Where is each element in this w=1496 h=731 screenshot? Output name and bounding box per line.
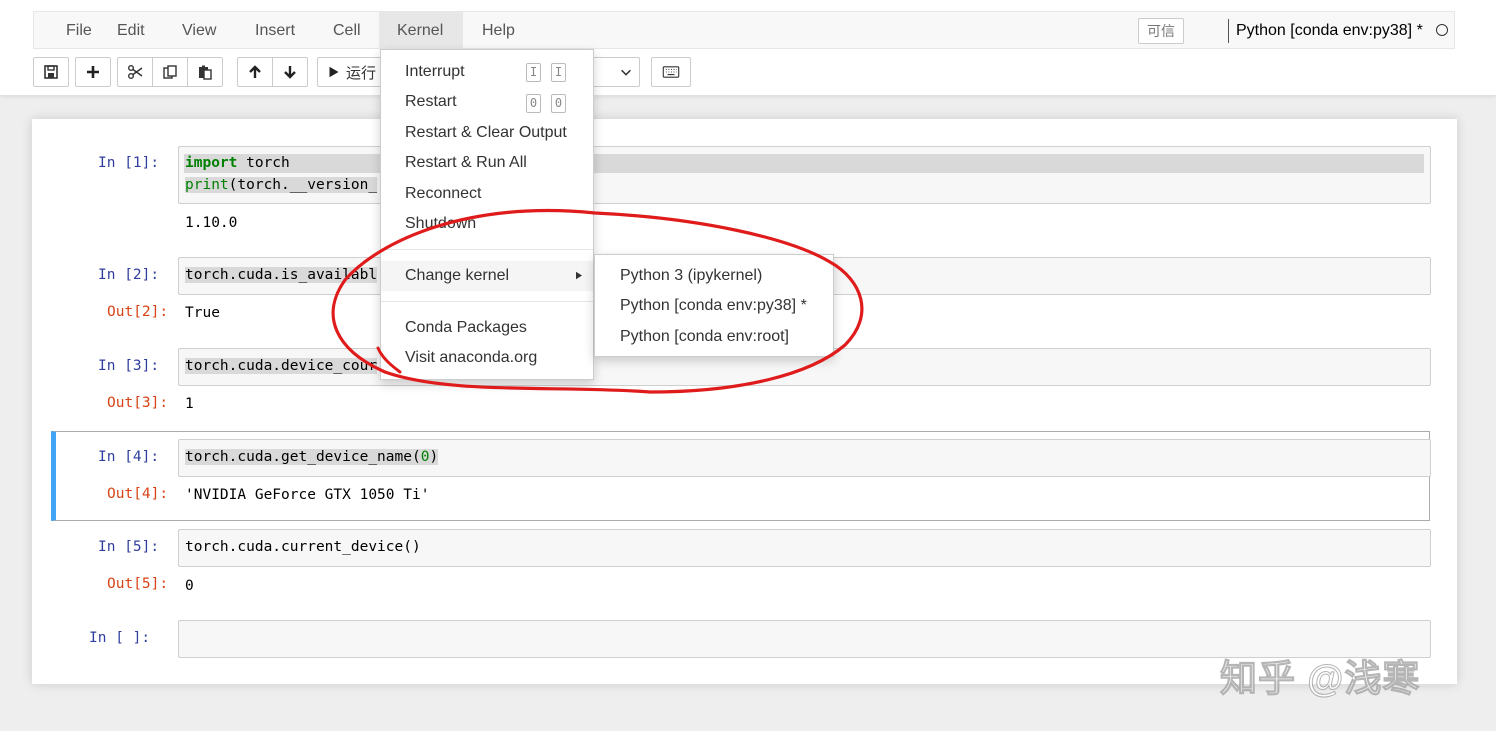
toolbar-edit-group (117, 57, 223, 87)
cell-4-in-prompt: In [4]: (98, 449, 160, 465)
cell-2-output: True (185, 305, 220, 321)
code-text: torch.cuda.get_device_name( (185, 449, 421, 465)
menubar: File Edit View Insert Cell Kernel Help 可… (33, 11, 1455, 49)
cell-3-output: 1 (185, 396, 194, 412)
cell-6-in-prompt: In [ ]: (89, 630, 151, 646)
cell-2-in-prompt: In [2]: (98, 267, 160, 283)
shortcut-key: I (551, 63, 566, 82)
menu-edit[interactable]: Edit (99, 12, 163, 49)
save-icon (44, 65, 58, 79)
menu-item-reconnect[interactable]: Reconnect (405, 183, 482, 205)
move-down-button[interactable] (272, 57, 308, 87)
cell-1-line-2: print(torch.__version_ (185, 177, 378, 193)
menu-divider (381, 301, 593, 302)
menu-kernel[interactable]: Kernel (379, 12, 463, 49)
code-text: torch.cuda.device_cour (185, 358, 378, 374)
play-icon (329, 66, 339, 78)
menu-item-restart-clear-output[interactable]: Restart & Clear Output (405, 122, 567, 144)
builtin: print (185, 177, 229, 193)
menu-item-restart-run-all[interactable]: Restart & Run All (405, 152, 527, 174)
menu-item-conda-packages[interactable]: Conda Packages (405, 317, 527, 339)
cell-2-out-prompt: Out[2]: (107, 304, 169, 320)
move-up-button[interactable] (237, 57, 273, 87)
save-button[interactable] (33, 57, 69, 87)
kernel-status-circle-icon (1436, 24, 1448, 36)
code-text: (torch.__version_ (228, 177, 378, 193)
code-text: ) (429, 449, 439, 465)
kernel-name-indicator[interactable]: Python [conda env:py38] * (1228, 19, 1423, 43)
notebook-header: File Edit View Insert Cell Kernel Help 可… (0, 0, 1496, 96)
menu-item-visit-anaconda[interactable]: Visit anaconda.org (405, 347, 537, 369)
paste-button[interactable] (187, 57, 223, 87)
run-label: 运行 (346, 64, 377, 82)
menu-item-shutdown[interactable]: Shutdown (405, 213, 476, 235)
cell-1-input[interactable]: import torch print(torch.__version_ (178, 146, 1431, 204)
kernel-dropdown-menu: Interrupt I I Restart 0 0 Restart & Clea… (380, 49, 594, 380)
arrow-down-icon (284, 66, 296, 79)
watermark-zhihu: 知乎 @浅寒 (1219, 658, 1421, 700)
menu-view[interactable]: View (164, 12, 234, 49)
shortcut-key: 0 (526, 94, 541, 113)
cell-1-output: 1.10.0 (185, 215, 238, 231)
code-text: torch (237, 155, 290, 171)
shortcut-key: 0 (551, 94, 566, 113)
menu-item-change-kernel[interactable]: Change kernel (381, 261, 593, 291)
cell-5-in-prompt: In [5]: (98, 539, 160, 555)
paste-icon (199, 65, 212, 80)
menu-cell[interactable]: Cell (315, 12, 379, 49)
keyword: import (185, 155, 238, 171)
cell-5-out-prompt: Out[5]: (107, 576, 169, 592)
menu-help[interactable]: Help (464, 12, 533, 49)
cell-5-output: 0 (185, 578, 194, 594)
chevron-down-icon (621, 69, 631, 76)
cell-type-select[interactable] (592, 57, 640, 87)
keyboard-icon (662, 66, 680, 78)
cell-4-out-prompt: Out[4]: (107, 486, 169, 502)
menu-divider (381, 249, 593, 250)
cell-5-input[interactable]: torch.cuda.current_device() (178, 529, 1431, 567)
toolbar-move-group (237, 57, 308, 87)
shortcut-key: I (526, 63, 541, 82)
kernel-option-py38[interactable]: Python [conda env:py38] * (620, 295, 807, 317)
command-palette-button[interactable] (651, 57, 691, 87)
cell-4-output: 'NVIDIA GeForce GTX 1050 Ti' (185, 487, 430, 503)
cell-1-in-prompt: In [1]: (98, 155, 160, 171)
cell-3-out-prompt: Out[3]: (107, 395, 169, 411)
trusted-badge[interactable]: 可信 (1138, 18, 1184, 44)
cell-5-code: torch.cuda.current_device() (185, 539, 421, 555)
cell-3-code: torch.cuda.device_cour (185, 358, 378, 374)
cell-1-line-1: import torch (185, 155, 290, 171)
copy-button[interactable] (152, 57, 188, 87)
kernel-option-python3[interactable]: Python 3 (ipykernel) (620, 265, 762, 287)
scissors-icon (128, 65, 143, 79)
toolbar-save-group (33, 57, 69, 87)
notebook-container: In [1]: import torch print(torch.__versi… (32, 119, 1457, 684)
cut-button[interactable] (117, 57, 153, 87)
cell-2-code: torch.cuda.is_availabl (185, 267, 378, 283)
insert-cell-button[interactable] (75, 57, 111, 87)
cell-1-selection-highlight (184, 154, 1424, 173)
plus-icon (87, 66, 99, 78)
cell-3-in-prompt: In [3]: (98, 358, 160, 374)
cell-4-input[interactable]: torch.cuda.get_device_name(0) (178, 439, 1431, 477)
kernel-option-root[interactable]: Python [conda env:root] (620, 326, 789, 348)
change-kernel-label: Change kernel (405, 267, 510, 284)
cell-4-code: torch.cuda.get_device_name(0) (185, 449, 439, 465)
menu-item-restart[interactable]: Restart (405, 91, 457, 113)
toolbar-run-group: 运行 (317, 57, 387, 87)
toolbar-insert-group (75, 57, 111, 87)
change-kernel-submenu: Python 3 (ipykernel) Python [conda env:p… (594, 254, 834, 357)
run-button[interactable]: 运行 (317, 57, 387, 87)
code-text: torch.cuda.is_availabl (185, 267, 378, 283)
copy-icon (163, 65, 177, 79)
menu-insert[interactable]: Insert (237, 12, 313, 49)
arrow-up-icon (249, 65, 261, 78)
menu-item-interrupt[interactable]: Interrupt (405, 61, 465, 83)
caret-right-icon (576, 271, 582, 280)
